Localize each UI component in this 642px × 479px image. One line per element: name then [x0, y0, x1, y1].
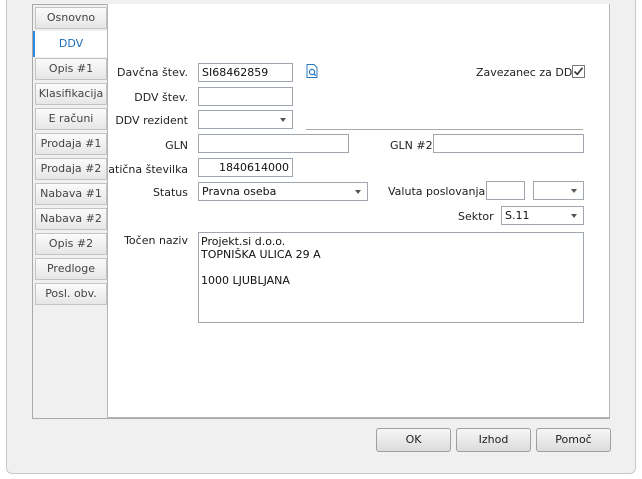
tab-ddv[interactable]: DDV [33, 31, 107, 57]
tocen-naziv-textarea[interactable]: Projekt.si d.o.o. TOPNIŠKA ULICA 29 A 10… [198, 232, 584, 323]
status-dropdown[interactable]: Pravna oseba [198, 182, 368, 201]
tocen-naziv-line-4: 1000 LJUBLJANA [201, 274, 290, 287]
tocen-naziv-label: Točen naziv [124, 234, 188, 247]
valuta-dropdown[interactable] [533, 181, 584, 200]
chevron-down-icon [355, 190, 361, 194]
tab-prodaja-2[interactable]: Prodaja #2 [35, 158, 107, 180]
tocen-naziv-line-3 [201, 261, 581, 274]
separator-line [306, 129, 583, 130]
gln-field[interactable] [198, 134, 349, 153]
tab-posl-obv[interactable]: Posl. obv. [35, 283, 107, 305]
chevron-down-icon [280, 118, 286, 122]
status-value: Pravna oseba [202, 185, 277, 198]
ddv-stev-field[interactable] [198, 87, 293, 106]
chevron-down-icon [571, 189, 577, 193]
ddv-rezident-label: DDV rezident [115, 114, 188, 127]
davcna-label: Davčna štev. [117, 66, 188, 79]
zavezanec-label: Zavezanec za DDV [476, 66, 580, 79]
ok-button[interactable]: OK [376, 428, 451, 452]
gln-label: GLN [165, 139, 188, 152]
gln2-label: GLN #2 [390, 139, 433, 152]
tab-opis-2[interactable]: Opis #2 [35, 233, 107, 255]
tocen-naziv-line-2: TOPNIŠKA ULICA 29 A [201, 248, 321, 261]
valuta-field[interactable] [486, 181, 525, 200]
tab-nabava-1[interactable]: Nabava #1 [35, 183, 107, 205]
tab-prodaja-1[interactable]: Prodaja #1 [35, 133, 107, 155]
sektor-label: Sektor [458, 210, 494, 223]
pomoc-button[interactable]: Pomoč [536, 428, 611, 452]
checkmark-icon [573, 67, 584, 76]
tab-klasifikacija[interactable]: Klasifikacija [35, 83, 107, 105]
tab-nabava-2[interactable]: Nabava #2 [35, 208, 107, 230]
maticna-label: Matična številka [108, 163, 188, 176]
chevron-down-icon [571, 214, 577, 218]
zavezanec-checkbox[interactable] [572, 65, 585, 78]
tab-opis-1[interactable]: Opis #1 [35, 58, 107, 80]
davcna-field[interactable]: SI68462859 [198, 63, 293, 82]
sektor-dropdown[interactable]: S.11 [501, 206, 584, 225]
tab-e-racuni[interactable]: E računi [35, 108, 107, 130]
document-search-icon[interactable] [306, 64, 318, 78]
izhod-button[interactable]: Izhod [456, 428, 531, 452]
ddv-rezident-dropdown[interactable] [198, 110, 293, 129]
ddv-stev-label: DDV štev. [134, 91, 188, 104]
tab-predloge[interactable]: Predloge [35, 258, 107, 280]
tocen-naziv-line-1: Projekt.si d.o.o. [201, 235, 286, 248]
gln2-field[interactable] [433, 134, 584, 153]
sektor-value: S.11 [505, 209, 530, 222]
maticna-field[interactable]: 1840614000 [198, 158, 293, 177]
valuta-label: Valuta poslovanja [388, 185, 486, 198]
status-label: Status [152, 186, 188, 199]
tab-osnovno[interactable]: Osnovno [35, 7, 107, 29]
